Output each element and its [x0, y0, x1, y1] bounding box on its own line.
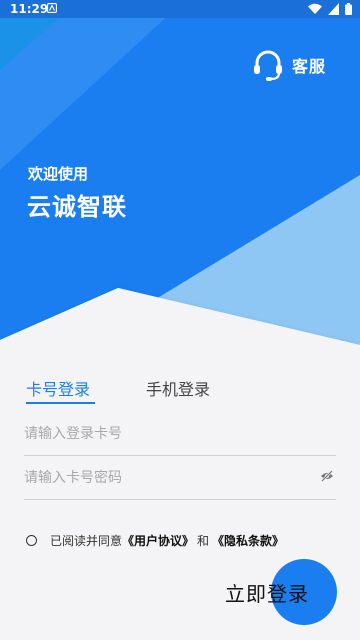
wifi-icon	[307, 3, 322, 14]
agreement-row: 已阅读并同意 《用户协议》 和 《隐私条款》	[26, 532, 284, 549]
active-tab-indicator	[26, 402, 95, 404]
card-number-input[interactable]	[24, 422, 304, 446]
tab-phone-login[interactable]: 手机登录	[146, 376, 210, 400]
headset-icon	[253, 50, 282, 81]
notification-icon	[47, 3, 57, 13]
password-input[interactable]	[24, 466, 304, 490]
signal-icon	[327, 3, 339, 15]
customer-service-label: 客服	[291, 57, 326, 76]
privacy-policy-link[interactable]: 《隐私条款》	[212, 532, 284, 549]
agreement-conjunction: 和	[197, 534, 210, 548]
field-underline	[24, 455, 336, 456]
login-button[interactable]: 立即登录	[225, 578, 309, 607]
status-time: 11:29	[10, 2, 49, 16]
app-name: 云诚智联	[27, 193, 127, 221]
agreement-checkbox[interactable]	[26, 535, 37, 546]
welcome-text: 欢迎使用	[28, 165, 89, 183]
user-agreement-link[interactable]: 《用户协议》	[122, 532, 194, 549]
field-underline	[24, 499, 336, 500]
password-field	[24, 466, 336, 500]
battery-icon	[345, 3, 352, 15]
hide-password-icon[interactable]	[320, 469, 334, 483]
customer-service-button[interactable]: 客服	[251, 48, 326, 82]
tab-card-login[interactable]: 卡号登录	[26, 376, 90, 400]
agreement-prefix: 已阅读并同意	[50, 534, 123, 548]
status-icons	[306, 3, 352, 15]
status-bar: 11:29	[0, 0, 360, 18]
card-number-field	[24, 422, 336, 456]
